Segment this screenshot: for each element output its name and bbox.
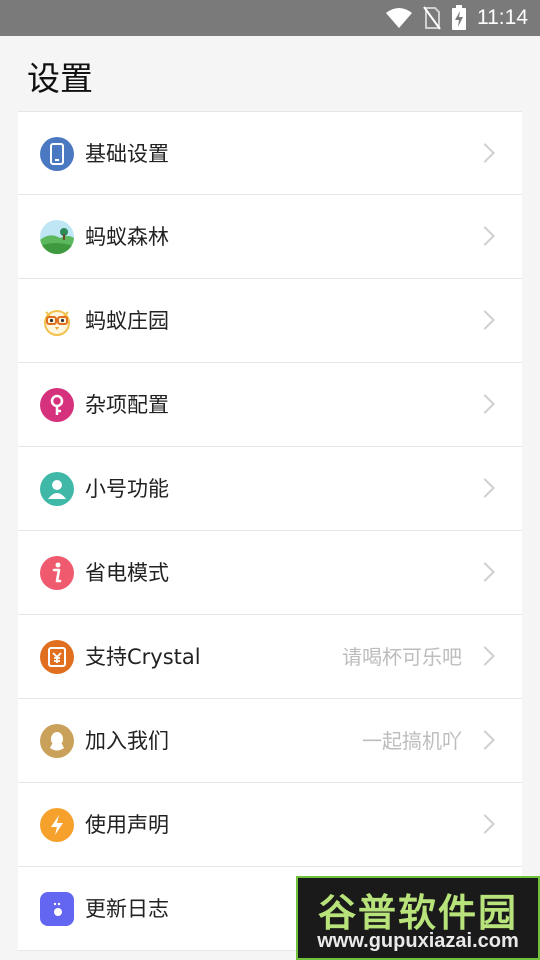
- chevron-right-icon: [475, 562, 495, 582]
- settings-list: 基础设置 蚂蚁森林 蚂蚁庄园 杂项配置 小号功能 省电模式 支持Crystal …: [18, 111, 522, 951]
- chevron-right-icon: [475, 730, 495, 750]
- settings-item-alt-account[interactable]: 小号功能: [18, 447, 522, 531]
- phone-icon: [40, 137, 74, 171]
- chevron-right-icon: [475, 143, 495, 163]
- chicken-icon: [40, 304, 74, 338]
- item-label: 杂项配置: [85, 393, 169, 417]
- item-label: 省电模式: [85, 561, 169, 585]
- item-label: 小号功能: [85, 477, 169, 501]
- status-time: 11:14: [477, 6, 528, 29]
- settings-item-support[interactable]: 支持Crystal 请喝杯可乐吧: [18, 615, 522, 699]
- yen-coupon-icon: [40, 640, 74, 674]
- status-bar: 11:14: [0, 0, 540, 36]
- status-icons: 11:14: [385, 0, 528, 36]
- chevron-right-icon: [475, 478, 495, 498]
- key-icon: [40, 388, 74, 422]
- log-icon: [40, 892, 74, 926]
- chevron-right-icon: [475, 226, 495, 246]
- settings-item-disclaimer[interactable]: 使用声明: [18, 783, 522, 867]
- item-label: 蚂蚁庄园: [85, 309, 169, 333]
- item-label: 支持Crystal: [85, 645, 201, 669]
- wifi-icon: [386, 8, 412, 28]
- item-hint: 一起搞机吖: [362, 729, 462, 753]
- person-icon: [40, 472, 74, 506]
- forest-icon: [40, 220, 74, 254]
- item-label: 基础设置: [85, 142, 169, 166]
- watermark-logo: 谷普软件园 www.gupuxiazai.com: [296, 876, 540, 960]
- settings-item-basic[interactable]: 基础设置: [18, 111, 522, 195]
- item-label: 加入我们: [85, 729, 169, 753]
- settings-item-join-us[interactable]: 加入我们 一起搞机吖: [18, 699, 522, 783]
- watermark-title: 谷普软件园: [317, 891, 518, 935]
- settings-item-ant-farm[interactable]: 蚂蚁庄园: [18, 279, 522, 363]
- qq-penguin-icon: [40, 724, 74, 758]
- watermark-url: www.gupuxiazai.com: [317, 930, 519, 952]
- page-title: 设置: [27, 59, 93, 98]
- lightning-icon: [40, 808, 74, 842]
- item-label: 更新日志: [85, 897, 169, 921]
- item-label: 使用声明: [85, 813, 169, 837]
- chevron-right-icon: [475, 394, 495, 414]
- chevron-right-icon: [475, 310, 495, 330]
- chevron-right-icon: [475, 646, 495, 666]
- info-icon: [40, 556, 74, 590]
- item-label: 蚂蚁森林: [85, 225, 169, 249]
- no-sim-icon: [423, 6, 441, 30]
- battery-charging-icon: [452, 5, 466, 30]
- item-hint: 请喝杯可乐吧: [342, 645, 462, 669]
- settings-item-misc[interactable]: 杂项配置: [18, 363, 522, 447]
- chevron-right-icon: [475, 814, 495, 834]
- settings-item-power-saving[interactable]: 省电模式: [18, 531, 522, 615]
- settings-item-ant-forest[interactable]: 蚂蚁森林: [18, 195, 522, 279]
